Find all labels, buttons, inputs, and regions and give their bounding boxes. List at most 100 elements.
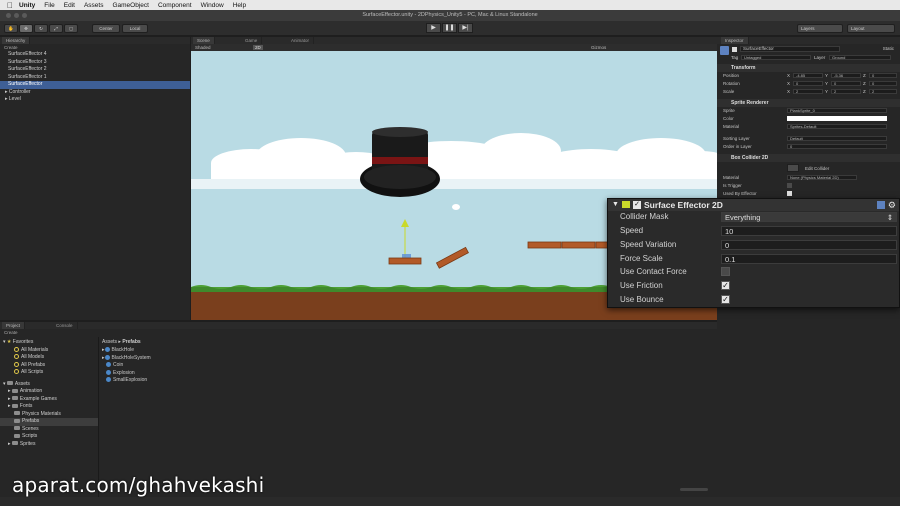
edit-collider-button[interactable] bbox=[787, 164, 799, 172]
collider-mask-dropdown[interactable]: Everything ⇕ bbox=[721, 212, 897, 222]
position-y-field[interactable]: -5.36 bbox=[831, 73, 861, 78]
project-create[interactable]: Create bbox=[0, 329, 717, 336]
favorites-header[interactable]: ▾ ★ Favorites bbox=[0, 339, 98, 347]
use-friction-checkbox[interactable]: ✓ bbox=[721, 281, 730, 290]
surface-effector-header[interactable]: ▼ ✓ Surface Effector 2D ⚙ bbox=[608, 199, 899, 211]
folder-item[interactable]: ▸ Animation bbox=[0, 388, 98, 396]
hierarchy-create[interactable]: Create bbox=[0, 44, 190, 51]
folder-item[interactable]: Scenes bbox=[0, 426, 98, 434]
folder-item-selected[interactable]: Prefabs bbox=[0, 418, 98, 426]
asset-item[interactable]: Coin bbox=[102, 362, 302, 370]
assets-header[interactable]: ▾ Assets bbox=[0, 381, 98, 389]
folder-item[interactable]: ▸ Fonts bbox=[0, 403, 98, 411]
hierarchy-item-selected[interactable]: SurfaceEffector bbox=[0, 81, 190, 89]
effector-enabled-checkbox[interactable]: ✓ bbox=[633, 201, 641, 209]
hierarchy-item[interactable]: SurfaceEffector 4 bbox=[0, 51, 190, 59]
menu-assets[interactable]: Assets bbox=[84, 2, 104, 9]
hierarchy-item[interactable]: ▸ Controller bbox=[0, 89, 190, 97]
hierarchy-item[interactable]: SurfaceEffector 2 bbox=[0, 66, 190, 74]
apple-icon[interactable]:  bbox=[7, 1, 13, 10]
tab-game[interactable]: Game bbox=[241, 37, 263, 44]
hierarchy-item[interactable]: SurfaceEffector 3 bbox=[0, 59, 190, 67]
sprite-field[interactable]: PlankSprite_0 bbox=[787, 108, 887, 113]
asset-item[interactable]: ▸ BlackHole bbox=[102, 347, 302, 355]
menu-window[interactable]: Window bbox=[201, 2, 224, 9]
hand-tool-icon[interactable]: ✋ bbox=[4, 24, 18, 33]
tab-project[interactable]: Project bbox=[2, 322, 26, 329]
active-checkbox[interactable] bbox=[732, 47, 737, 52]
speed-field[interactable]: 10 bbox=[721, 226, 897, 236]
move-tool-icon[interactable]: ✥ bbox=[19, 24, 33, 33]
folder-item[interactable]: Scripts bbox=[0, 433, 98, 441]
scale-z-field[interactable]: 2 bbox=[869, 89, 897, 94]
gizmos-dropdown[interactable]: Gizmos bbox=[591, 45, 606, 50]
static-toggle[interactable]: Static bbox=[883, 46, 894, 51]
box-collider-header[interactable]: Box Collider 2D bbox=[717, 154, 900, 162]
help-icon[interactable] bbox=[877, 201, 885, 209]
material-field[interactable]: Sprites-Default bbox=[787, 124, 887, 129]
color-swatch[interactable] bbox=[787, 116, 887, 121]
is-trigger-checkbox[interactable] bbox=[787, 183, 792, 188]
rotation-y-field[interactable]: 0 bbox=[831, 81, 861, 86]
play-button[interactable]: ▶ bbox=[426, 23, 441, 33]
favorite-item[interactable]: All Prefabs bbox=[0, 362, 98, 370]
rotation-z-field[interactable]: 0 bbox=[869, 81, 897, 86]
favorite-item[interactable]: All Models bbox=[0, 354, 98, 362]
window-controls[interactable] bbox=[6, 13, 27, 18]
asset-item[interactable]: Explosion bbox=[102, 370, 302, 378]
order-field[interactable]: 0 bbox=[787, 144, 887, 149]
menu-edit[interactable]: Edit bbox=[64, 2, 75, 9]
position-z-field[interactable]: 0 bbox=[869, 73, 897, 78]
tab-inspector[interactable]: Inspector bbox=[721, 37, 749, 44]
tag-dropdown[interactable]: Untagged bbox=[741, 55, 811, 60]
breadcrumb-item[interactable]: Prefabs bbox=[122, 339, 140, 345]
transform-header[interactable]: Transform bbox=[717, 64, 900, 72]
tab-console[interactable]: Console bbox=[52, 322, 78, 329]
object-name-field[interactable]: SurfaceEffector bbox=[740, 46, 840, 52]
menu-app[interactable]: Unity bbox=[19, 2, 35, 9]
position-x-field[interactable]: -4.85 bbox=[793, 73, 823, 78]
menu-file[interactable]: File bbox=[44, 2, 54, 9]
scale-x-field[interactable]: 2 bbox=[793, 89, 823, 94]
zoom-slider[interactable] bbox=[680, 488, 708, 491]
rect-tool-icon[interactable]: ▢ bbox=[64, 24, 78, 33]
step-button[interactable]: ▶| bbox=[458, 23, 473, 33]
2d-toggle[interactable]: 2D bbox=[253, 45, 263, 50]
layout-dropdown[interactable]: Layout bbox=[847, 24, 895, 33]
pause-button[interactable]: ❚❚ bbox=[442, 23, 457, 33]
shading-dropdown[interactable]: Shaded bbox=[195, 45, 211, 50]
rotate-tool-icon[interactable]: ↻ bbox=[34, 24, 48, 33]
tab-animator[interactable]: Animator bbox=[287, 37, 315, 44]
tab-hierarchy[interactable]: Hierarchy bbox=[2, 37, 31, 44]
space-toggle[interactable]: Local bbox=[122, 24, 148, 33]
menu-gameobject[interactable]: GameObject bbox=[112, 2, 149, 9]
gear-icon[interactable]: ⚙ bbox=[888, 199, 896, 211]
breadcrumb-item[interactable]: Assets bbox=[102, 339, 117, 345]
layers-dropdown[interactable]: Layers bbox=[797, 24, 843, 33]
speed-variation-field[interactable]: 0 bbox=[721, 240, 897, 250]
used-by-effector-checkbox[interactable] bbox=[787, 191, 792, 196]
menu-component[interactable]: Component bbox=[158, 2, 192, 9]
sprite-renderer-header[interactable]: Sprite Renderer bbox=[717, 99, 900, 107]
use-contact-force-checkbox[interactable] bbox=[721, 267, 730, 276]
folder-item[interactable]: Physics Materials bbox=[0, 411, 98, 419]
pivot-toggle[interactable]: Center bbox=[92, 24, 120, 33]
tab-scene[interactable]: Scene bbox=[193, 37, 215, 44]
layer-dropdown[interactable]: Ground bbox=[829, 55, 891, 60]
favorite-item[interactable]: All Scripts bbox=[0, 369, 98, 377]
asset-item[interactable]: ▸ BlackHoleSystem bbox=[102, 355, 302, 363]
sorting-layer-dropdown[interactable]: Default bbox=[787, 136, 887, 141]
folder-item[interactable]: ▸ Example Games bbox=[0, 396, 98, 404]
favorite-item[interactable]: All Materials bbox=[0, 347, 98, 355]
force-scale-field[interactable]: 0.1 bbox=[721, 254, 897, 264]
asset-item[interactable]: SmallExplosion bbox=[102, 377, 302, 385]
scale-tool-icon[interactable]: ⤢ bbox=[49, 24, 63, 33]
menu-help[interactable]: Help bbox=[233, 2, 246, 9]
use-bounce-checkbox[interactable]: ✓ bbox=[721, 295, 730, 304]
foldout-icon[interactable]: ▼ bbox=[612, 199, 619, 211]
hierarchy-item[interactable]: SurfaceEffector 1 bbox=[0, 74, 190, 82]
rotation-x-field[interactable]: 0 bbox=[793, 81, 823, 86]
folder-item[interactable]: ▸ Sprites bbox=[0, 441, 98, 449]
scale-y-field[interactable]: 2 bbox=[831, 89, 861, 94]
collider-material-field[interactable]: None (Physics Material 2D) bbox=[787, 175, 857, 180]
